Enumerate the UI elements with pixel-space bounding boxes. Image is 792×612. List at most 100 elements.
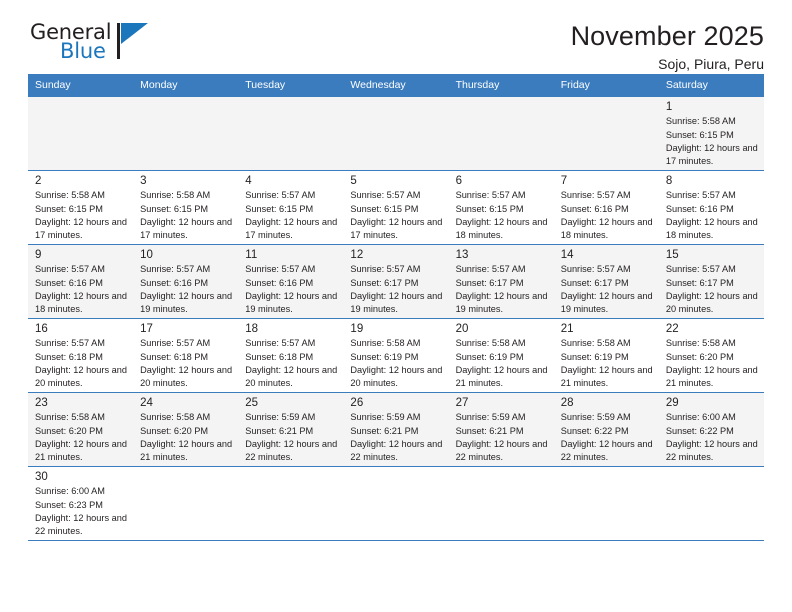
day-details: Sunrise: 5:57 AM Sunset: 6:15 PM Daylight:… xyxy=(238,189,343,242)
calendar-day-empty xyxy=(448,466,554,541)
calendar-day-cell[interactable]: 4 Sunrise: 5:57 AM Sunset: 6:15 PM Daylight… xyxy=(238,170,344,245)
daylight-duration: Daylight: 12 hours and 21 minutes. xyxy=(35,438,127,462)
sunrise-time: Sunrise: 5:57 AM xyxy=(245,264,316,275)
calendar-day-cell[interactable]: 18 Sunrise: 5:57 AM Sunset: 6:18 PM Dayligh… xyxy=(238,318,344,393)
day-details: Sunrise: 5:58 AM Sunset: 6:15 PM Daylight:… xyxy=(28,189,133,242)
calendar-day-cell[interactable]: 15 Sunrise: 5:57 AM Sunset: 6:17 PM Dayligh… xyxy=(658,244,764,319)
sunrise-time: Sunrise: 5:59 AM xyxy=(245,412,316,423)
sunset-time: Sunset: 6:23 PM xyxy=(35,499,103,510)
daylight-duration: Daylight: 12 hours and 20 minutes. xyxy=(245,364,338,388)
sunset-time: Sunset: 6:18 PM xyxy=(140,351,209,362)
day-number: 24 xyxy=(140,397,153,409)
calendar-day-cell[interactable]: 29 Sunrise: 6:00 AM Sunset: 6:22 PM Dayligh… xyxy=(658,392,764,467)
sunset-time: Sunset: 6:22 PM xyxy=(560,425,629,436)
daylight-duration: Daylight: 12 hours and 17 minutes. xyxy=(140,216,233,240)
sunrise-time: Sunrise: 5:57 AM xyxy=(560,264,631,275)
daylight-duration: Daylight: 12 hours and 22 minutes. xyxy=(560,438,653,462)
daylight-duration: Daylight: 12 hours and 21 minutes. xyxy=(140,438,233,462)
calendar-day-cell[interactable]: 30 Sunrise: 6:00 AM Sunset: 6:23 PM Dayligh… xyxy=(28,466,134,541)
day-number: 19 xyxy=(350,323,364,335)
daylight-duration: Daylight: 12 hours and 19 minutes. xyxy=(455,290,548,314)
sunrise-time: Sunrise: 5:59 AM xyxy=(350,412,421,423)
calendar-day-cell[interactable]: 17 Sunrise: 5:57 AM Sunset: 6:18 PM Dayligh… xyxy=(133,318,239,393)
calendar-day-cell[interactable]: 25 Sunrise: 5:59 AM Sunset: 6:21 PM Dayligh… xyxy=(238,392,344,467)
calendar-day-cell[interactable]: 22 Sunrise: 5:58 AM Sunset: 6:20 PM Dayligh… xyxy=(658,318,764,393)
calendar-day-cell[interactable]: 20 Sunrise: 5:58 AM Sunset: 6:19 PM Dayligh… xyxy=(448,318,554,393)
page-title: November 2025 xyxy=(570,21,764,51)
calendar-day-cell[interactable]: 12 Sunrise: 5:57 AM Sunset: 6:17 PM Dayligh… xyxy=(343,244,449,319)
calendar-day-cell[interactable]: 5 Sunrise: 5:57 AM Sunset: 6:15 PM Daylight… xyxy=(343,170,449,245)
sunrise-time: Sunrise: 5:57 AM xyxy=(350,190,421,201)
calendar-day-cell[interactable]: 1 Sunrise: 5:58 AM Sunset: 6:15 PM Daylight… xyxy=(658,96,764,171)
day-details: Sunrise: 5:58 AM Sunset: 6:19 PM Daylight:… xyxy=(554,337,659,390)
sunset-time: Sunset: 6:21 PM xyxy=(350,425,419,436)
calendar-day-cell[interactable]: 3 Sunrise: 5:58 AM Sunset: 6:15 PM Daylight… xyxy=(133,170,239,245)
day-number: 27 xyxy=(455,397,469,409)
day-number: 26 xyxy=(350,397,364,409)
calendar-day-cell[interactable]: 14 Sunrise: 5:57 AM Sunset: 6:17 PM Dayligh… xyxy=(553,244,659,319)
day-number: 17 xyxy=(140,323,153,335)
day-details: Sunrise: 5:57 AM Sunset: 6:18 PM Daylight:… xyxy=(238,337,343,390)
daylight-duration: Daylight: 12 hours and 18 minutes. xyxy=(560,216,653,240)
sunrise-time: Sunrise: 5:57 AM xyxy=(35,264,105,275)
day-details: Sunrise: 5:59 AM Sunset: 6:21 PM Daylight:… xyxy=(449,411,554,464)
calendar-day-cell[interactable]: 24 Sunrise: 5:58 AM Sunset: 6:20 PM Dayligh… xyxy=(133,392,239,467)
calendar-day-cell[interactable]: 13 Sunrise: 5:57 AM Sunset: 6:17 PM Dayligh… xyxy=(448,244,554,319)
day-number: 2 xyxy=(35,175,42,187)
sunset-time: Sunset: 6:22 PM xyxy=(665,425,734,436)
title-block: November 2025 Sojo, Piura, Peru xyxy=(571,22,764,73)
sunset-time: Sunset: 6:15 PM xyxy=(245,203,314,214)
daylight-duration: Daylight: 12 hours and 22 minutes. xyxy=(245,438,338,462)
day-number: 23 xyxy=(35,397,48,409)
logo-triangle-icon xyxy=(121,23,148,44)
calendar-day-cell[interactable]: 8 Sunrise: 5:57 AM Sunset: 6:16 PM Daylight… xyxy=(658,170,764,245)
calendar-day-cell[interactable]: 26 Sunrise: 5:59 AM Sunset: 6:21 PM Dayligh… xyxy=(343,392,449,467)
calendar-day-empty xyxy=(343,466,449,541)
day-number: 21 xyxy=(560,323,574,335)
daylight-duration: Daylight: 12 hours and 17 minutes. xyxy=(245,216,338,240)
daylight-duration: Daylight: 12 hours and 21 minutes. xyxy=(455,364,548,388)
calendar-day-cell[interactable]: 27 Sunrise: 5:59 AM Sunset: 6:21 PM Dayligh… xyxy=(448,392,554,467)
general-blue-logo[interactable]: General Blue xyxy=(28,22,150,68)
sunset-time: Sunset: 6:15 PM xyxy=(350,203,419,214)
daylight-duration: Daylight: 12 hours and 21 minutes. xyxy=(665,364,758,388)
sunrise-time: Sunrise: 5:57 AM xyxy=(140,338,211,349)
sunrise-time: Sunrise: 5:58 AM xyxy=(455,338,526,349)
sunrise-time: Sunrise: 5:57 AM xyxy=(350,264,421,275)
daylight-duration: Daylight: 12 hours and 19 minutes. xyxy=(350,290,443,314)
calendar-day-cell[interactable]: 9 Sunrise: 5:57 AM Sunset: 6:16 PM Daylight… xyxy=(28,244,134,319)
sunset-time: Sunset: 6:20 PM xyxy=(35,425,103,436)
calendar-day-cell[interactable]: 23 Sunrise: 5:58 AM Sunset: 6:20 PM Dayligh… xyxy=(28,392,134,467)
calendar-day-cell[interactable]: 19 Sunrise: 5:58 AM Sunset: 6:19 PM Dayligh… xyxy=(343,318,449,393)
calendar-day-cell[interactable]: 10 Sunrise: 5:57 AM Sunset: 6:16 PM Dayligh… xyxy=(133,244,239,319)
sunrise-time: Sunrise: 5:57 AM xyxy=(245,338,316,349)
calendar-day-cell[interactable]: 21 Sunrise: 5:58 AM Sunset: 6:19 PM Dayligh… xyxy=(553,318,659,393)
day-number: 29 xyxy=(665,397,679,409)
calendar-day-cell[interactable]: 11 Sunrise: 5:57 AM Sunset: 6:16 PM Dayligh… xyxy=(238,244,344,319)
day-number: 11 xyxy=(245,249,258,261)
sunrise-time: Sunrise: 5:57 AM xyxy=(560,190,631,201)
sunset-time: Sunset: 6:17 PM xyxy=(455,277,524,288)
logo-bar-shape xyxy=(117,23,120,59)
sunrise-time: Sunrise: 5:58 AM xyxy=(35,190,105,201)
day-details: Sunrise: 5:58 AM Sunset: 6:20 PM Daylight:… xyxy=(28,411,133,464)
calendar-day-cell[interactable]: 6 Sunrise: 5:57 AM Sunset: 6:15 PM Daylight… xyxy=(448,170,554,245)
day-details: Sunrise: 5:57 AM Sunset: 6:16 PM Daylight:… xyxy=(238,263,343,316)
calendar-day-cell[interactable]: 2 Sunrise: 5:58 AM Sunset: 6:15 PM Daylight… xyxy=(28,170,134,245)
day-details: Sunrise: 5:59 AM Sunset: 6:21 PM Daylight:… xyxy=(343,411,448,464)
calendar-week-row: 9 Sunrise: 5:57 AM Sunset: 6:16 PM Daylight… xyxy=(28,244,764,319)
calendar-day-cell[interactable]: 16 Sunrise: 5:57 AM Sunset: 6:18 PM Dayligh… xyxy=(28,318,134,393)
day-details: Sunrise: 5:59 AM Sunset: 6:22 PM Daylight:… xyxy=(554,411,659,464)
calendar-week-row: 2 Sunrise: 5:58 AM Sunset: 6:15 PM Daylight… xyxy=(28,170,764,245)
calendar-day-cell[interactable]: 28 Sunrise: 5:59 AM Sunset: 6:22 PM Dayligh… xyxy=(553,392,659,467)
daylight-duration: Daylight: 12 hours and 22 minutes. xyxy=(455,438,548,462)
sunrise-time: Sunrise: 5:58 AM xyxy=(560,338,631,349)
sunset-time: Sunset: 6:19 PM xyxy=(560,351,629,362)
day-number: 7 xyxy=(560,175,568,187)
day-number: 3 xyxy=(140,175,147,187)
calendar-day-cell[interactable]: 7 Sunrise: 5:57 AM Sunset: 6:16 PM Daylight… xyxy=(553,170,659,245)
day-details: Sunrise: 5:57 AM Sunset: 6:17 PM Daylight:… xyxy=(343,263,448,316)
sunset-time: Sunset: 6:15 PM xyxy=(140,203,209,214)
daylight-duration: Daylight: 12 hours and 17 minutes. xyxy=(35,216,127,240)
sunrise-time: Sunrise: 6:00 AM xyxy=(665,412,736,423)
